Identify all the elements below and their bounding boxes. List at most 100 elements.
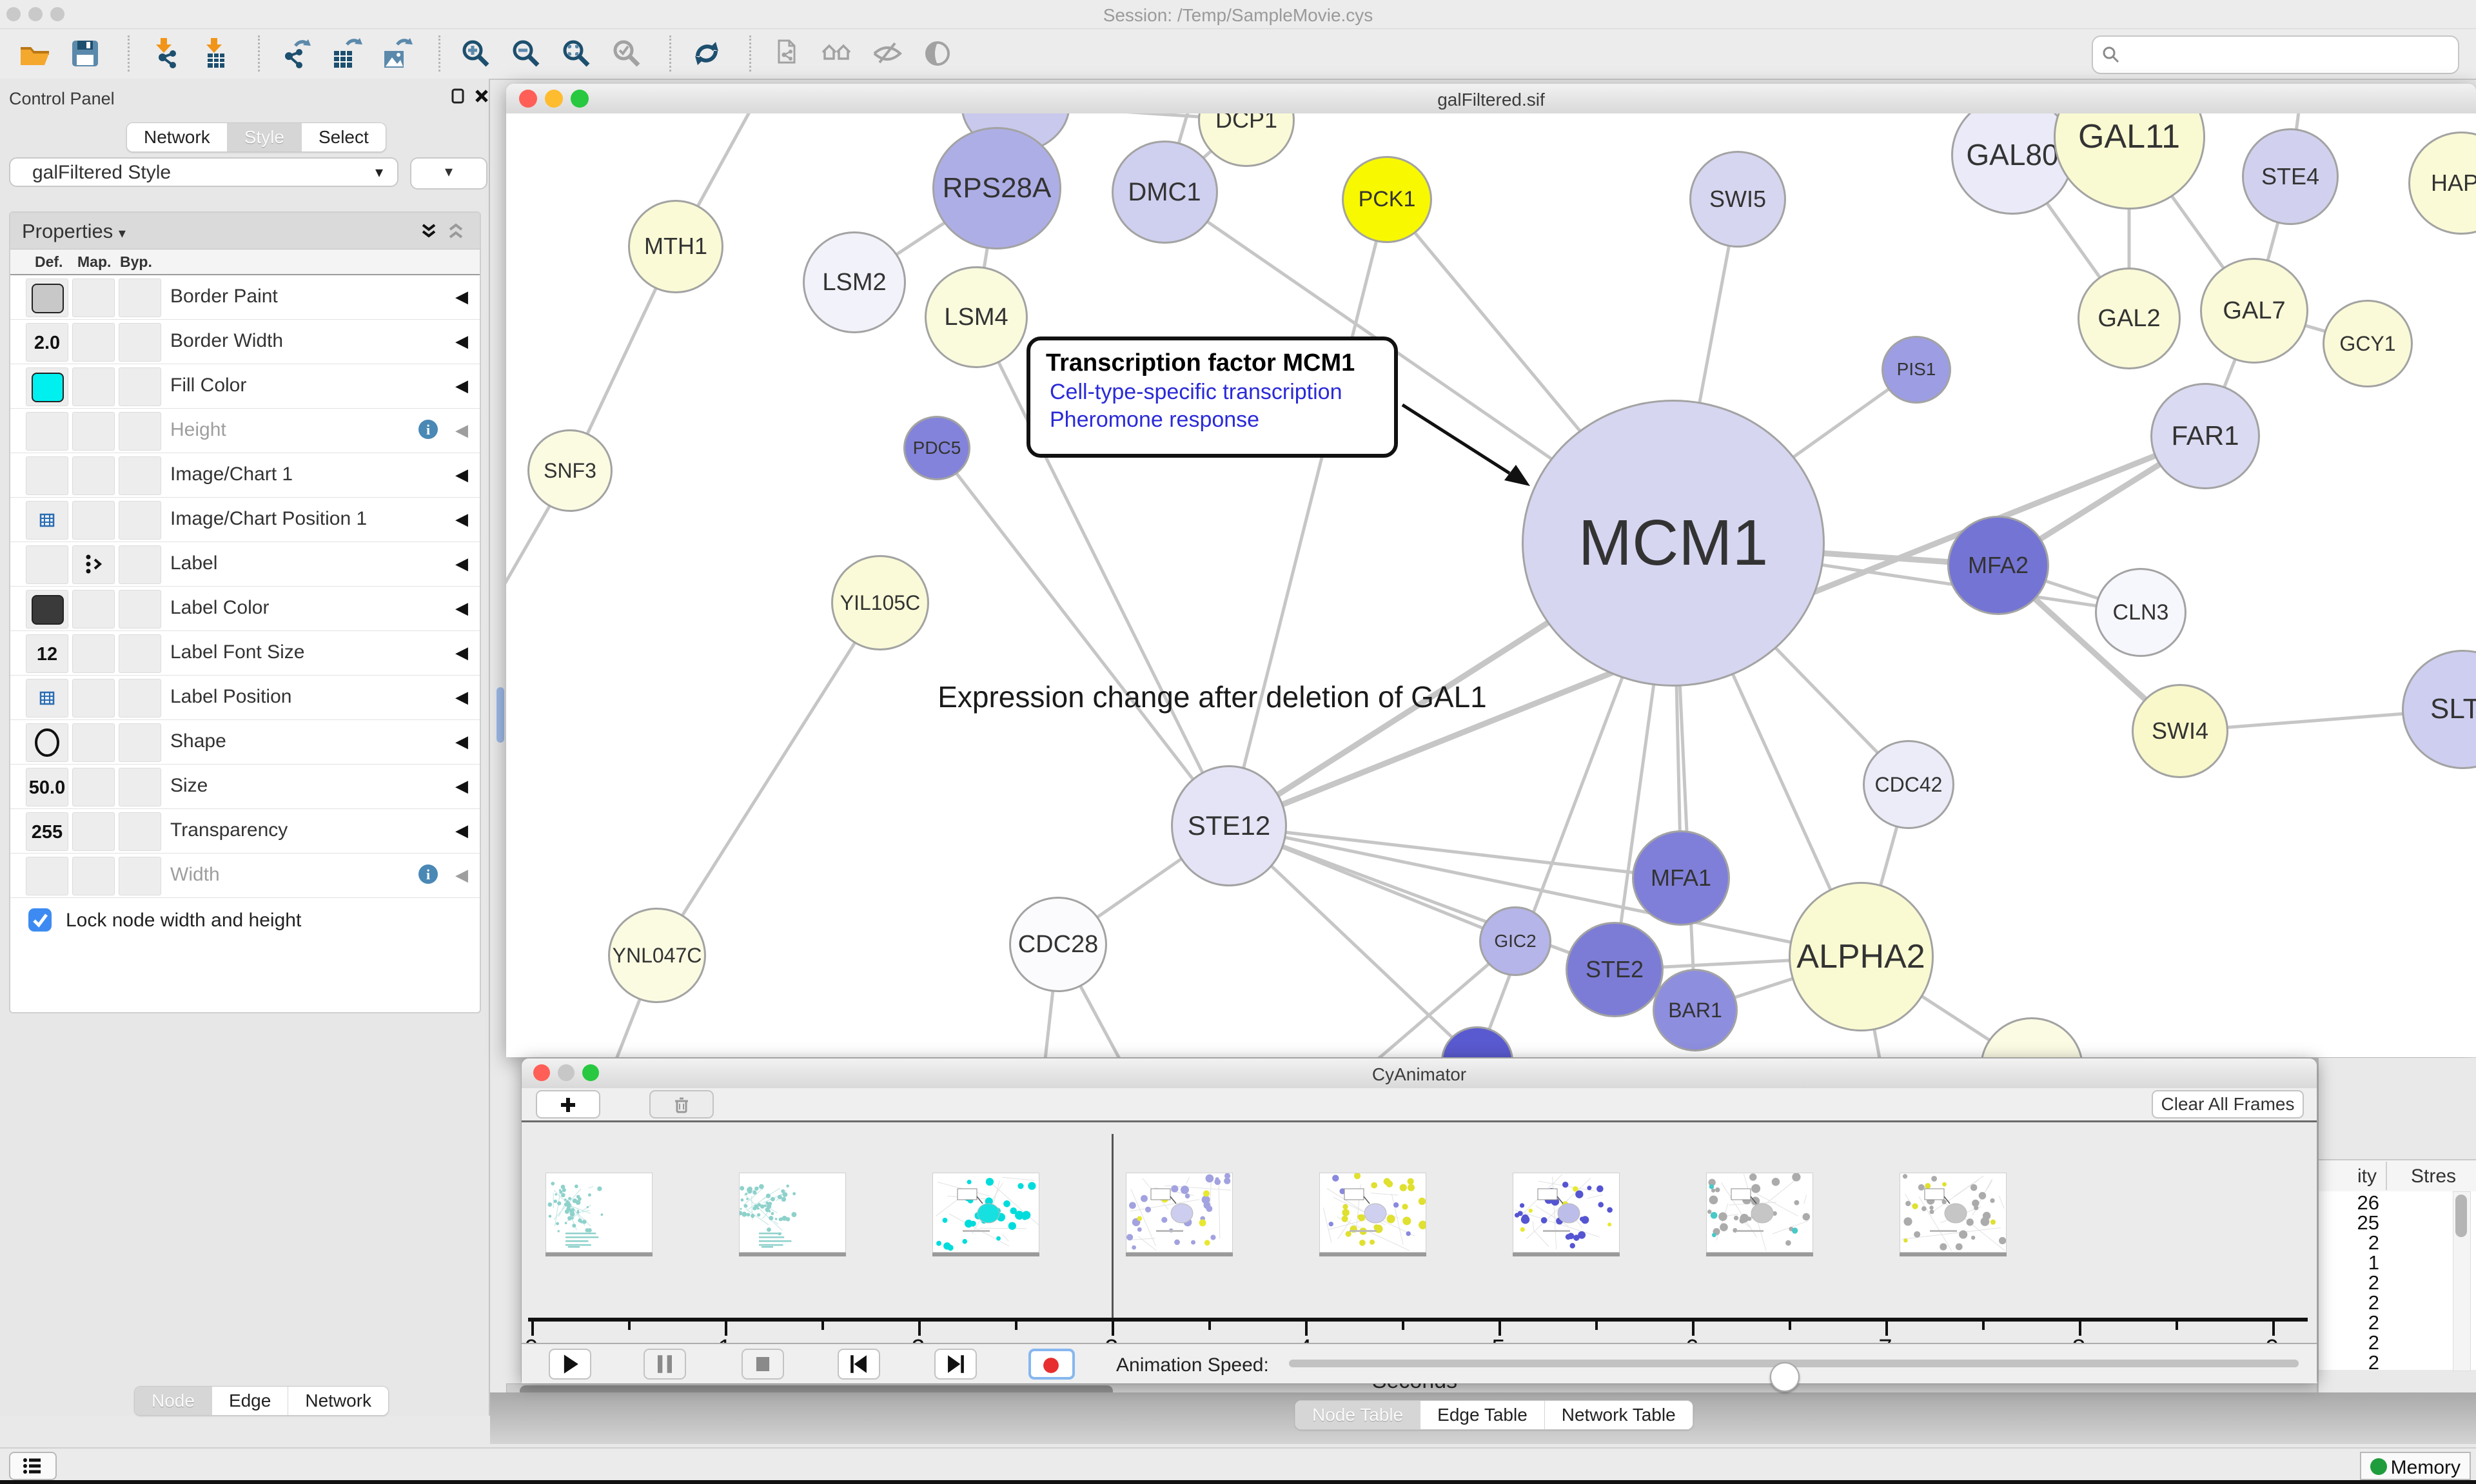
cyanimator-titlebar[interactable]: CyAnimator <box>522 1059 2317 1089</box>
expand-property-icon[interactable]: ◀ <box>455 287 468 307</box>
column-header[interactable]: ity <box>2319 1166 2377 1187</box>
scrollbar-thumb[interactable] <box>2455 1195 2467 1237</box>
default-cell[interactable] <box>26 857 68 895</box>
default-cell[interactable]: 12 <box>26 634 68 673</box>
network-node-mfa2[interactable]: MFA2 <box>1947 516 2049 615</box>
expand-property-icon[interactable]: ◀ <box>455 776 468 796</box>
bypass-cell[interactable] <box>119 545 161 584</box>
mapping-cell[interactable] <box>72 590 115 629</box>
expand-property-icon[interactable]: ◀ <box>455 331 468 351</box>
export-table-button[interactable] <box>329 37 362 70</box>
float-panel-icon[interactable] <box>450 88 467 108</box>
show-all-button[interactable] <box>921 37 954 70</box>
expand-property-icon[interactable]: ◀ <box>455 643 468 663</box>
property-row[interactable]: Label Position◀ <box>10 676 480 720</box>
tab-select[interactable]: Select <box>301 123 386 151</box>
default-cell[interactable] <box>26 456 68 495</box>
network-node-mth1[interactable]: MTH1 <box>628 200 723 293</box>
network-node-gal2[interactable]: GAL2 <box>2078 268 2181 369</box>
mapping-cell[interactable] <box>72 857 115 895</box>
network-node-pck1[interactable]: PCK1 <box>1342 156 1432 243</box>
network-window-titlebar[interactable]: galFiltered.sif <box>506 84 2476 114</box>
network-node-alpha2[interactable]: ALPHA2 <box>1789 882 1934 1031</box>
lock-size-checkbox[interactable] <box>28 908 52 932</box>
network-node-mfa1[interactable]: MFA1 <box>1632 830 1730 926</box>
network-node-cdc28[interactable]: CDC28 <box>1009 897 1107 992</box>
bypass-cell[interactable] <box>119 857 161 895</box>
keyframe-thumbnail-4[interactable] <box>1126 1173 1233 1253</box>
bypass-cell[interactable] <box>119 723 161 762</box>
network-node-swi4[interactable]: SWI4 <box>2132 684 2228 778</box>
property-row[interactable]: Image/Chart Position 1◀ <box>10 498 480 542</box>
tab-node-table[interactable]: Node Table <box>1295 1401 1420 1429</box>
annotation-link[interactable]: Pheromone response <box>1046 407 1379 433</box>
next-frame-button[interactable] <box>934 1349 977 1380</box>
default-cell[interactable]: 255 <box>26 812 68 851</box>
mapping-cell[interactable] <box>72 367 115 406</box>
property-row[interactable]: Label Color◀ <box>10 587 480 631</box>
expand-property-icon[interactable]: ◀ <box>455 598 468 618</box>
default-cell[interactable] <box>26 501 68 540</box>
network-node-lsm4[interactable]: LSM4 <box>925 266 1028 368</box>
export-network-button[interactable] <box>279 37 312 70</box>
property-row[interactable]: Widthi◀ <box>10 854 480 898</box>
network-canvas[interactable]: DCP1RPS28ADMC1PCK1SWI5GAL80GAL11STE4HAP2… <box>506 113 2476 1057</box>
network-node-mcm1[interactable]: MCM1 <box>1522 400 1825 687</box>
column-divider[interactable] <box>2386 1162 2387 1190</box>
default-cell[interactable] <box>26 679 68 718</box>
property-row[interactable]: 255Transparency◀ <box>10 809 480 854</box>
network-node-gal7[interactable]: GAL7 <box>2200 258 2308 364</box>
network-annotation[interactable]: Transcription factor MCM1 Cell-type-spec… <box>1027 337 1398 458</box>
property-row[interactable]: Image/Chart 1◀ <box>10 453 480 498</box>
network-caption[interactable]: Expression change after deletion of GAL1 <box>893 679 1531 714</box>
default-cell[interactable] <box>26 590 68 629</box>
annotation-link[interactable]: Cell-type-specific transcription <box>1046 380 1379 405</box>
keyframe-thumbnail-6[interactable] <box>1513 1173 1620 1253</box>
mapping-cell[interactable] <box>72 323 115 362</box>
mapping-cell[interactable] <box>72 723 115 762</box>
panel-splitter-handle[interactable] <box>496 687 504 743</box>
timeline-playhead[interactable] <box>1112 1134 1114 1321</box>
search-input[interactable] <box>2127 39 2451 69</box>
bypass-cell[interactable] <box>119 812 161 851</box>
save-session-button[interactable] <box>68 37 102 70</box>
keyframe-thumbnail-8[interactable] <box>1900 1173 2007 1253</box>
delete-frame-button[interactable] <box>649 1090 714 1118</box>
tab-network[interactable]: Network <box>127 123 227 151</box>
pause-button[interactable] <box>644 1349 686 1380</box>
default-cell[interactable] <box>26 545 68 584</box>
network-node-lsm2[interactable]: LSM2 <box>803 231 906 333</box>
expand-property-icon[interactable]: ◀ <box>455 554 468 574</box>
import-table-button[interactable] <box>199 37 232 70</box>
default-cell[interactable] <box>26 278 68 317</box>
zoom-out-button[interactable] <box>509 37 543 70</box>
first-neighbors-button[interactable] <box>820 37 854 70</box>
info-icon[interactable]: i <box>417 418 440 444</box>
network-node-pis1[interactable]: PIS1 <box>1882 336 1951 404</box>
show-panels-button[interactable] <box>9 1452 57 1480</box>
expand-property-icon[interactable]: ◀ <box>455 865 468 885</box>
bypass-cell[interactable] <box>119 323 161 362</box>
network-node-cdc42[interactable]: CDC42 <box>1863 740 1954 829</box>
tab-edge[interactable]: Edge <box>211 1387 288 1415</box>
clear-all-frames-button[interactable]: Clear All Frames <box>2152 1090 2304 1118</box>
network-node-rps28a[interactable]: RPS28A <box>932 127 1061 249</box>
bypass-cell[interactable] <box>119 456 161 495</box>
network-node-snf3[interactable]: SNF3 <box>527 429 613 512</box>
open-session-button[interactable] <box>18 37 52 70</box>
default-cell[interactable] <box>26 723 68 762</box>
mapping-cell[interactable] <box>72 812 115 851</box>
default-cell[interactable]: 50.0 <box>26 768 68 806</box>
network-node-ste4[interactable]: STE4 <box>2242 128 2339 225</box>
bypass-cell[interactable] <box>119 367 161 406</box>
collapse-all-icon[interactable] <box>446 222 466 241</box>
network-node-cln3[interactable]: CLN3 <box>2095 568 2186 657</box>
stop-button[interactable] <box>742 1349 784 1380</box>
cyanimator-timeline[interactable]: 0123456789 Seconds <box>522 1122 2317 1343</box>
add-frame-button[interactable] <box>536 1090 600 1118</box>
default-cell[interactable] <box>26 412 68 451</box>
tab-node[interactable]: Node <box>135 1387 211 1415</box>
property-row[interactable]: 2.0Border Width◀ <box>10 320 480 364</box>
zoom-in-button[interactable] <box>459 37 493 70</box>
bypass-cell[interactable] <box>119 590 161 629</box>
